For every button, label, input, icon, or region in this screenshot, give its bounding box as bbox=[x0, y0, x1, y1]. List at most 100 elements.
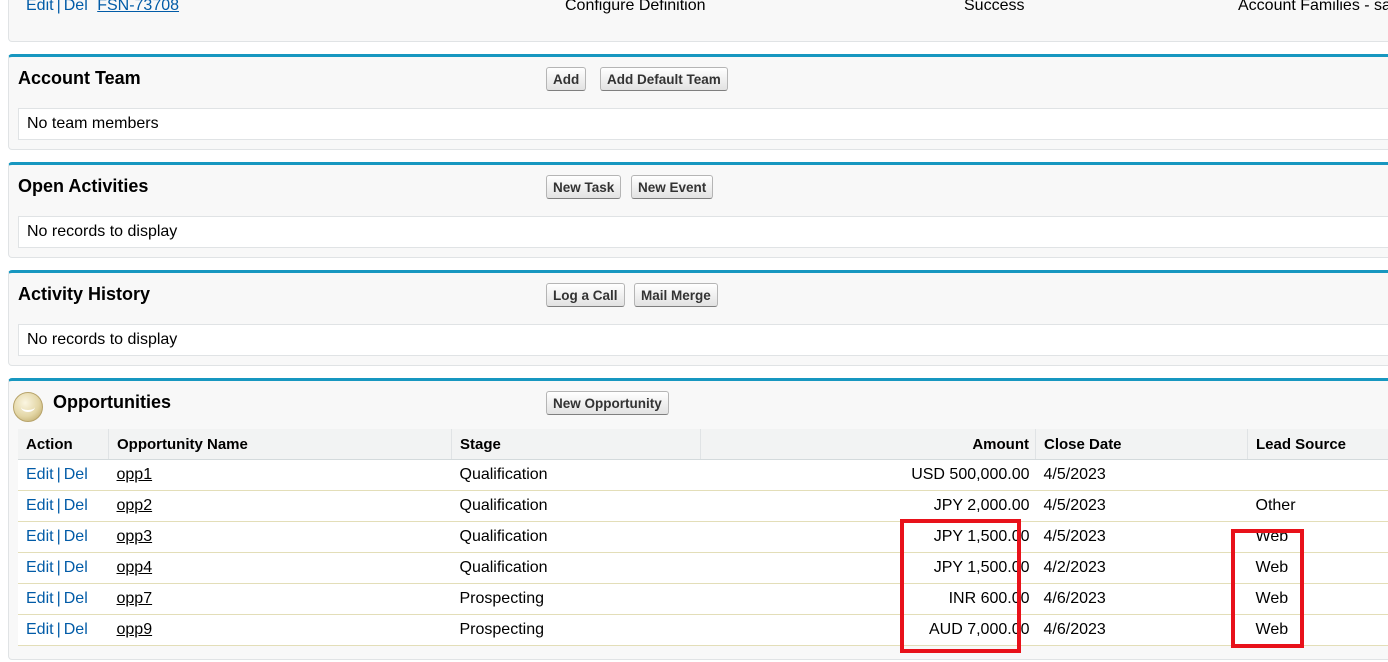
edit-link[interactable]: Edit bbox=[26, 466, 54, 483]
lead-source-cell: Other bbox=[1247, 490, 1388, 522]
record-link[interactable]: FSN-73708 bbox=[97, 0, 179, 14]
opportunity-link[interactable]: opp4 bbox=[117, 559, 153, 576]
del-link[interactable]: Del bbox=[64, 559, 88, 576]
new-task-button[interactable]: New Task bbox=[546, 175, 622, 199]
edit-link[interactable]: Edit bbox=[26, 621, 54, 638]
edit-link[interactable]: Edit bbox=[26, 0, 54, 14]
amount-cell: JPY 1,500.00 bbox=[700, 521, 1036, 553]
del-link[interactable]: Del bbox=[64, 621, 88, 638]
del-link[interactable]: Del bbox=[64, 0, 88, 14]
table-row: Edit | Del opp1 Qualification USD 500,000.00 4… bbox=[18, 459, 1388, 491]
opportunity-name-cell: opp7 bbox=[108, 583, 452, 615]
column-header-opportunity-name[interactable]: Opportunity Name bbox=[108, 429, 452, 460]
lead-source-cell: Web bbox=[1247, 583, 1388, 615]
mail-merge-button[interactable]: Mail Merge bbox=[634, 283, 718, 307]
opportunity-link[interactable]: opp9 bbox=[117, 621, 153, 638]
empty-message: No team members bbox=[18, 108, 1388, 140]
top-row-action: Configure Definition bbox=[565, 0, 706, 14]
close-date-cell: 4/5/2023 bbox=[1035, 459, 1248, 491]
separator: | bbox=[56, 559, 61, 576]
edit-link[interactable]: Edit bbox=[26, 528, 54, 545]
amount-cell: AUD 7,000.00 bbox=[700, 614, 1036, 646]
column-header-stage[interactable]: Stage bbox=[451, 429, 701, 460]
del-link[interactable]: Del bbox=[64, 466, 88, 483]
lead-source-cell: Web bbox=[1247, 552, 1388, 584]
activity-history-section: Activity History Log a Call Mail Merge N… bbox=[8, 270, 1388, 366]
table-row: Edit | Del opp7 Prospecting INR 600.00 4/6/202… bbox=[18, 583, 1388, 615]
table-row: Edit | Del opp9 Prospecting AUD 7,000.00 4/6/2… bbox=[18, 614, 1388, 646]
separator: | bbox=[56, 528, 61, 545]
open-activities-section: Open Activities New Task New Event No re… bbox=[8, 162, 1388, 258]
separator: | bbox=[56, 466, 61, 483]
separator: | bbox=[56, 590, 61, 607]
amount-cell: USD 500,000.00 bbox=[700, 459, 1036, 491]
del-link[interactable]: Del bbox=[64, 497, 88, 514]
opportunity-link[interactable]: opp3 bbox=[117, 528, 153, 545]
column-header-lead-source[interactable]: Lead Source bbox=[1247, 429, 1388, 460]
empty-message: No records to display bbox=[18, 216, 1388, 248]
close-date-cell: 4/6/2023 bbox=[1035, 614, 1248, 646]
separator: | bbox=[56, 621, 61, 638]
lead-source-cell bbox=[1247, 459, 1388, 491]
close-date-cell: 4/5/2023 bbox=[1035, 521, 1248, 553]
top-related-list: Edit | Del FSN-73708 Configure Definition … bbox=[8, 0, 1388, 42]
table-row: Edit | Del opp2 Qualification JPY 2,000.00 4/5… bbox=[18, 490, 1388, 522]
column-header-close-date[interactable]: Close Date bbox=[1035, 429, 1248, 460]
del-link[interactable]: Del bbox=[64, 528, 88, 545]
new-event-button[interactable]: New Event bbox=[631, 175, 714, 199]
action-cell: Edit | Del bbox=[18, 552, 109, 584]
opportunities-title: Opportunities bbox=[53, 392, 171, 412]
account-team-section: Account Team Add Add Default Team No tea… bbox=[8, 54, 1388, 150]
lead-source-cell: Web bbox=[1247, 521, 1388, 553]
table-row: Edit | Del opp3 Qualification JPY 1,500.00 4/5… bbox=[18, 521, 1388, 553]
stage-cell: Qualification bbox=[451, 459, 701, 491]
stage-cell: Qualification bbox=[451, 521, 701, 553]
action-cell: Edit | Del bbox=[18, 583, 109, 615]
opportunities-icon bbox=[13, 392, 43, 422]
add-default-team-button[interactable]: Add Default Team bbox=[600, 67, 728, 91]
close-date-cell: 4/5/2023 bbox=[1035, 490, 1248, 522]
new-opportunity-button[interactable]: New Opportunity bbox=[546, 391, 669, 415]
amount-cell: JPY 1,500.00 bbox=[700, 552, 1036, 584]
opportunities-section: Opportunities New Opportunity Action Opp… bbox=[8, 378, 1388, 660]
account-team-title: Account Team bbox=[18, 68, 141, 88]
activity-history-title: Activity History bbox=[18, 284, 151, 304]
table-row: Edit | Del opp4 Qualification JPY 1,500.00 4/2… bbox=[18, 552, 1388, 584]
stage-cell: Prospecting bbox=[451, 614, 701, 646]
stage-cell: Prospecting bbox=[451, 583, 701, 615]
opportunity-name-cell: opp3 bbox=[108, 521, 452, 553]
add-button[interactable]: Add bbox=[546, 67, 587, 91]
amount-cell: JPY 2,000.00 bbox=[700, 490, 1036, 522]
open-activities-title: Open Activities bbox=[18, 176, 149, 196]
opportunity-name-cell: opp1 bbox=[108, 459, 452, 491]
top-row-actions: Edit | Del FSN-73708 bbox=[26, 0, 179, 18]
del-link[interactable]: Del bbox=[64, 590, 88, 607]
stage-cell: Qualification bbox=[451, 490, 701, 522]
top-row-name: Account Families - sa bbox=[1238, 0, 1388, 14]
empty-message: No records to display bbox=[18, 324, 1388, 356]
action-cell: Edit | Del bbox=[18, 614, 109, 646]
table-header-row: Action Opportunity Name Stage Amount Clo… bbox=[18, 429, 1388, 460]
close-date-cell: 4/6/2023 bbox=[1035, 583, 1248, 615]
lead-source-cell: Web bbox=[1247, 614, 1388, 646]
stage-cell: Qualification bbox=[451, 552, 701, 584]
edit-link[interactable]: Edit bbox=[26, 497, 54, 514]
column-header-action[interactable]: Action bbox=[18, 429, 109, 460]
opportunities-table: Action Opportunity Name Stage Amount Clo… bbox=[18, 429, 1388, 646]
column-header-amount[interactable]: Amount bbox=[700, 429, 1036, 460]
action-cell: Edit | Del bbox=[18, 490, 109, 522]
edit-link[interactable]: Edit bbox=[26, 590, 54, 607]
top-row-status: Success bbox=[964, 0, 1025, 14]
opportunity-name-cell: opp4 bbox=[108, 552, 452, 584]
opportunity-link[interactable]: opp2 bbox=[117, 497, 153, 514]
opportunity-name-cell: opp2 bbox=[108, 490, 452, 522]
log-a-call-button[interactable]: Log a Call bbox=[546, 283, 625, 307]
opportunity-link[interactable]: opp1 bbox=[117, 466, 153, 483]
amount-cell: INR 600.00 bbox=[700, 583, 1036, 615]
separator: | bbox=[56, 497, 61, 514]
close-date-cell: 4/2/2023 bbox=[1035, 552, 1248, 584]
edit-link[interactable]: Edit bbox=[26, 559, 54, 576]
action-cell: Edit | Del bbox=[18, 521, 109, 553]
opportunity-link[interactable]: opp7 bbox=[117, 590, 153, 607]
separator: | bbox=[56, 0, 61, 14]
